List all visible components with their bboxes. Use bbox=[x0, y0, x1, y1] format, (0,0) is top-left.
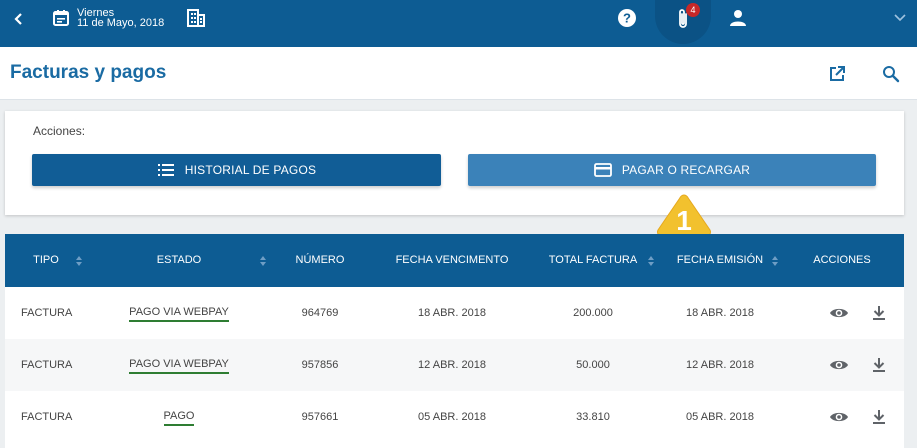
table-header: TIPO ESTADO NÚMERO FECHA VENCIMENTO TOTA… bbox=[5, 234, 904, 287]
sort-icon[interactable] bbox=[647, 254, 655, 268]
cell-total-factura: 200.000 bbox=[573, 307, 613, 319]
cell-fecha-emision: 12 ABR. 2018 bbox=[686, 359, 754, 371]
external-link-icon[interactable] bbox=[826, 63, 848, 85]
cell-estado: PAGO bbox=[119, 391, 239, 443]
user-icon[interactable] bbox=[726, 7, 750, 29]
attachments-badge: 4 bbox=[686, 3, 700, 17]
payment-history-button[interactable]: HISTORIAL DE PAGOS bbox=[32, 154, 441, 186]
table-row[interactable]: FACTURA PAGO 957661 05 ABR. 2018 33.810 … bbox=[5, 391, 904, 443]
download-icon[interactable] bbox=[867, 353, 891, 377]
cell-estado: PAGO VIA WEBPAY bbox=[119, 339, 239, 391]
table-row[interactable]: FACTURA PAGO VIA WEBPAY 964769 18 ABR. 2… bbox=[5, 287, 904, 339]
cell-numero: 957661 bbox=[301, 411, 339, 423]
current-date: Viernes 11 de Mayo, 2018 bbox=[77, 8, 165, 29]
cell-fecha-vencimento: 12 ABR. 2018 bbox=[418, 359, 486, 371]
column-header-acciones: ACCIONES bbox=[813, 254, 871, 266]
page-title: Facturas y pagos bbox=[10, 62, 167, 83]
cell-numero: 957856 bbox=[301, 359, 339, 371]
back-icon[interactable] bbox=[8, 8, 30, 30]
column-header-tipo[interactable]: TIPO bbox=[27, 234, 65, 287]
column-header-fecha-vencimento[interactable]: FECHA VENCIMENTO bbox=[390, 234, 514, 287]
status-label[interactable]: PAGO bbox=[163, 409, 195, 426]
sort-icon[interactable] bbox=[259, 254, 267, 268]
view-icon[interactable] bbox=[827, 353, 851, 377]
list-icon bbox=[157, 163, 175, 177]
cell-total-factura: 33.810 bbox=[576, 411, 610, 423]
cell-tipo: FACTURA bbox=[21, 307, 73, 319]
invoices-table: TIPO ESTADO NÚMERO FECHA VENCIMENTO TOTA… bbox=[5, 234, 904, 448]
payment-history-label: HISTORIAL DE PAGOS bbox=[184, 163, 317, 177]
cell-tipo: FACTURA bbox=[21, 411, 73, 423]
actions-card: Acciones: HISTORIAL DE PAGOS PAGAR O REC… bbox=[5, 111, 904, 215]
status-label[interactable]: PAGO VIA WEBPAY bbox=[129, 357, 229, 374]
download-icon[interactable] bbox=[867, 405, 891, 429]
cell-tipo: FACTURA bbox=[21, 359, 73, 371]
attachments-button[interactable]: 4 bbox=[655, 0, 711, 44]
cell-fecha-vencimento: 05 ABR. 2018 bbox=[418, 411, 486, 423]
search-icon[interactable] bbox=[880, 63, 902, 85]
pay-or-recharge-button[interactable]: PAGAR O RECARGAR bbox=[468, 154, 876, 186]
svg-text:?: ? bbox=[623, 11, 631, 26]
cell-numero: 964769 bbox=[301, 307, 339, 319]
help-icon[interactable]: ? bbox=[616, 7, 638, 29]
view-icon[interactable] bbox=[827, 301, 851, 325]
sort-icon[interactable] bbox=[75, 254, 83, 268]
building-icon[interactable] bbox=[185, 8, 207, 28]
page-header: Facturas y pagos bbox=[0, 47, 917, 100]
credit-card-icon bbox=[593, 163, 612, 177]
download-icon[interactable] bbox=[867, 301, 891, 325]
pay-or-recharge-label: PAGAR O RECARGAR bbox=[621, 163, 751, 177]
sort-icon[interactable] bbox=[771, 254, 779, 268]
top-bar: Viernes 11 de Mayo, 2018 ? 4 bbox=[0, 0, 917, 47]
cell-fecha-emision: 05 ABR. 2018 bbox=[686, 411, 754, 423]
cell-estado: PAGO VIA WEBPAY bbox=[119, 287, 239, 339]
column-header-estado[interactable]: ESTADO bbox=[145, 234, 213, 287]
column-header-fecha-emision[interactable]: FECHA EMISIÓN bbox=[670, 234, 770, 287]
status-label[interactable]: PAGO VIA WEBPAY bbox=[129, 305, 229, 322]
step-marker-number: 1 bbox=[676, 205, 692, 236]
date-full: 11 de Mayo, 2018 bbox=[77, 17, 165, 29]
cell-fecha-emision: 18 ABR. 2018 bbox=[686, 307, 754, 319]
view-icon[interactable] bbox=[827, 405, 851, 429]
chevron-down-icon[interactable] bbox=[892, 10, 908, 26]
cell-fecha-vencimento: 18 ABR. 2018 bbox=[418, 307, 486, 319]
calendar-icon[interactable] bbox=[51, 8, 71, 28]
step-marker: 1 bbox=[657, 194, 711, 237]
actions-label: Acciones: bbox=[33, 124, 86, 138]
column-header-numero[interactable]: NÚMERO bbox=[290, 234, 350, 287]
cell-total-factura: 50.000 bbox=[576, 359, 610, 371]
column-header-total-factura[interactable]: TOTAL FACTURA bbox=[546, 234, 640, 287]
table-row[interactable]: FACTURA PAGO VIA WEBPAY 957856 12 ABR. 2… bbox=[5, 339, 904, 391]
